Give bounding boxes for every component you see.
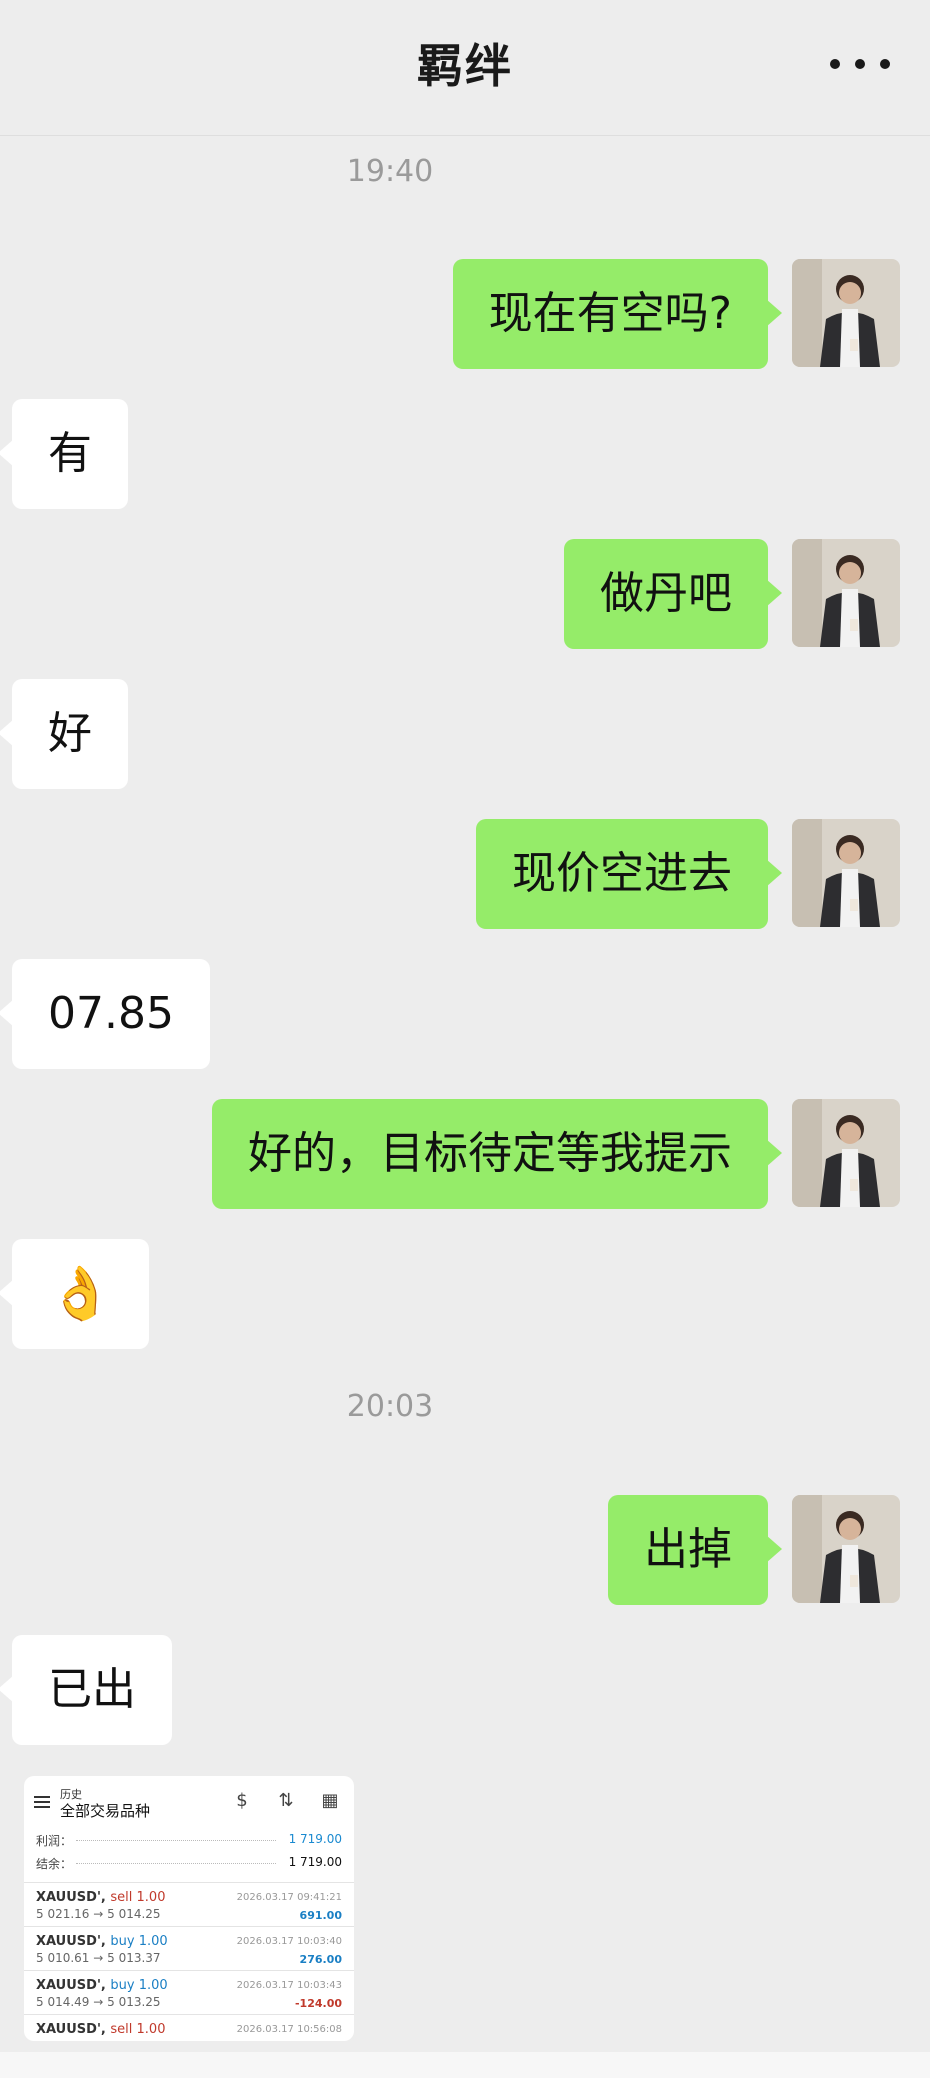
trade-prices: 5 010.61 → 5 013.37: [36, 1951, 161, 1965]
screenshot-toolbar: 历史 全部交易品种 $ ⇅ ▦: [24, 1776, 354, 1828]
screenshot-title: 全部交易品种: [60, 1802, 151, 1820]
other-message-bubble[interactable]: 好: [0, 679, 128, 789]
my-message-bubble[interactable]: 出掉: [608, 1495, 782, 1605]
profit-label: 利润：: [36, 1834, 73, 1848]
trade-symbol: XAUUSD',: [36, 1934, 106, 1949]
message-row: 有: [0, 399, 930, 509]
avatar[interactable]: [792, 1495, 900, 1603]
trade-symbol: XAUUSD',: [36, 1978, 106, 1993]
trade-datetime: 2026.03.17 10:56:08: [236, 2024, 342, 2035]
balance-row: 结余： 1 719.00: [24, 1851, 354, 1874]
sort-icon: ⇅: [278, 1790, 294, 1811]
trade-row: XAUUSD', sell 1.00 2026.03.17 10:56:08: [24, 2014, 354, 2041]
trade-history-screenshot[interactable]: 历史 全部交易品种 $ ⇅ ▦ 利润： 1 719.00 结余： 1 719.0…: [24, 1776, 354, 2041]
trade-datetime: 2026.03.17 10:03:43: [236, 1980, 342, 1991]
currency-icon: $: [236, 1790, 248, 1811]
calendar-icon: ▦: [321, 1790, 339, 1811]
more-dots-icon[interactable]: [830, 44, 890, 84]
balance-label: 结余：: [36, 1857, 73, 1871]
profit-row: 利润： 1 719.00: [24, 1828, 354, 1851]
trade-profit: 691.00: [299, 1909, 342, 1922]
message-row: 已出: [0, 1635, 930, 1745]
trade-symbol: XAUUSD',: [36, 2022, 106, 2037]
message-row: 07.85: [0, 959, 930, 1069]
chat-title: 羁绊: [417, 39, 513, 93]
my-message-bubble[interactable]: 好的，目标待定等我提示: [212, 1099, 782, 1209]
trade-direction: sell 1.00: [110, 2022, 166, 2037]
avatar[interactable]: [792, 1099, 900, 1207]
trade-row: XAUUSD', sell 1.00 5 021.16 → 5 014.25 2…: [24, 1882, 354, 1926]
message-row: 出掉: [0, 1495, 930, 1605]
avatar[interactable]: [792, 539, 900, 647]
message-row: 现价空进去: [0, 819, 930, 929]
message-row: 做丹吧: [0, 539, 930, 649]
timestamp: 20:03: [346, 1389, 434, 1424]
ok-hand-emoji-bubble[interactable]: 👌: [0, 1239, 149, 1349]
trade-direction: buy 1.00: [110, 1978, 168, 1993]
avatar[interactable]: [792, 819, 900, 927]
my-message-bubble[interactable]: 做丹吧: [564, 539, 782, 649]
message-row: 👌: [0, 1239, 930, 1349]
other-message-bubble[interactable]: 已出: [0, 1635, 172, 1745]
input-bar-edge: [0, 2052, 930, 2078]
my-message-bubble[interactable]: 现在有空吗?: [452, 259, 783, 369]
profit-value: 1 719.00: [288, 1832, 342, 1846]
trade-row: XAUUSD', buy 1.00 5 014.49 → 5 013.25 20…: [24, 1970, 354, 2014]
message-row: 好: [0, 679, 930, 789]
timestamp: 19:40: [346, 154, 434, 189]
balance-value: 1 719.00: [288, 1855, 342, 1869]
hamburger-menu-icon: [34, 1796, 50, 1808]
trade-profit: 276.00: [299, 1953, 342, 1966]
trade-direction: sell 1.00: [110, 1890, 166, 1905]
message-row: 好的，目标待定等我提示: [0, 1099, 930, 1209]
trade-datetime: 2026.03.17 09:41:21: [236, 1892, 342, 1903]
message-row: 现在有空吗?: [0, 259, 930, 369]
trade-profit: -124.00: [294, 1997, 342, 2010]
trade-direction: buy 1.00: [110, 1934, 168, 1949]
chat-header: 羁绊: [0, 0, 930, 136]
other-message-bubble[interactable]: 有: [0, 399, 128, 509]
trade-symbol: XAUUSD',: [36, 1890, 106, 1905]
trade-row: XAUUSD', buy 1.00 5 010.61 → 5 013.37 20…: [24, 1926, 354, 1970]
trade-prices: 5 021.16 → 5 014.25: [36, 1907, 161, 1921]
trade-prices: 5 014.49 → 5 013.25: [36, 1995, 161, 2009]
trade-datetime: 2026.03.17 10:03:40: [236, 1936, 342, 1947]
avatar[interactable]: [792, 259, 900, 367]
my-message-bubble[interactable]: 现价空进去: [476, 819, 782, 929]
other-message-bubble[interactable]: 07.85: [0, 959, 210, 1069]
